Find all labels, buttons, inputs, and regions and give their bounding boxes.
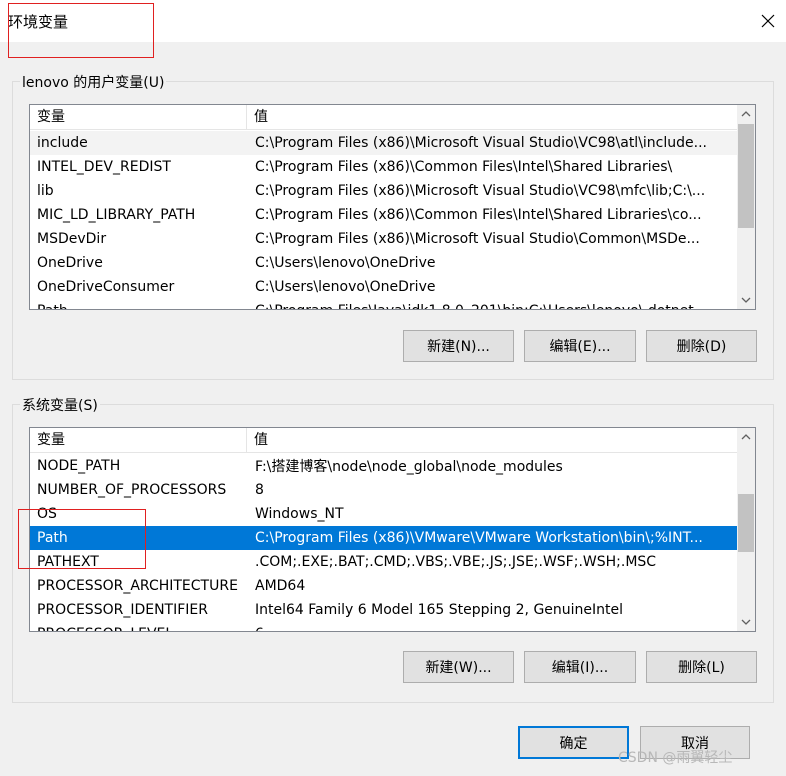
- chevron-down-icon: [741, 297, 751, 303]
- variable-value-cell: C:\Program Files (x86)\Microsoft Visual …: [255, 231, 700, 247]
- variable-name-cell: include: [37, 135, 88, 151]
- table-row[interactable]: MIC_LD_LIBRARY_PATH C:\Program Files (x86…: [30, 203, 737, 227]
- variable-name-cell: INTEL_DEV_REDIST: [37, 159, 171, 175]
- system-delete-button[interactable]: 删除(L): [646, 651, 757, 683]
- system-variables-list[interactable]: 变量 值 NODE_PATH F:\搭建博客\node\node_global\n…: [29, 427, 756, 632]
- variable-name-cell: PROCESSOR_LEVEL: [30, 626, 247, 631]
- user-new-button[interactable]: 新建(N)...: [403, 330, 514, 362]
- system-edit-button[interactable]: 编辑(I)...: [524, 651, 636, 683]
- close-icon: [761, 14, 775, 28]
- variable-value-cell: Windows_NT: [255, 506, 344, 522]
- table-row[interactable]: include C:\Program Files (x86)\Microsoft …: [30, 131, 737, 155]
- chevron-down-icon: [741, 619, 751, 625]
- variable-name-cell: NODE_PATH: [37, 458, 121, 474]
- system-variables-label: 系统变量(S): [20, 395, 100, 415]
- ok-button[interactable]: 确定: [518, 726, 629, 759]
- table-row[interactable]: INTEL_DEV_REDIST C:\Program Files (x86)\C…: [30, 155, 737, 179]
- scrollbar-thumb[interactable]: [738, 494, 754, 552]
- variable-name-cell: PROCESSOR_ARCHITECTURE: [37, 578, 238, 594]
- column-header-value[interactable]: 值: [247, 428, 268, 452]
- user-variables-list[interactable]: 变量 值 include C:\Program Files (x86)\Micro…: [29, 104, 756, 310]
- system-rows: NODE_PATH F:\搭建博客\node\node_global\node_m…: [30, 454, 737, 631]
- table-row[interactable]: PathC:\Program Files\Java\jdk1.8.0_201\b…: [30, 299, 737, 309]
- table-row[interactable]: NODE_PATH F:\搭建博客\node\node_global\node_m…: [30, 454, 737, 478]
- user-rows: include C:\Program Files (x86)\Microsoft …: [30, 131, 737, 309]
- variable-name-cell: OneDriveConsumer: [37, 279, 175, 295]
- scroll-up-button[interactable]: [737, 105, 755, 123]
- table-row[interactable]: Path C:\Program Files (x86)\VMware\VMware…: [30, 526, 737, 550]
- variable-name-cell: Path: [30, 303, 247, 309]
- scrollbar-thumb[interactable]: [738, 124, 754, 228]
- variable-name-cell: lib: [37, 183, 54, 199]
- variable-name-cell: Path: [37, 530, 68, 546]
- variable-value-cell: Intel64 Family 6 Model 165 Stepping 2, G…: [255, 602, 624, 618]
- variable-value-cell: C:\Program Files (x86)\Microsoft Visual …: [255, 135, 707, 151]
- watermark: CSDN @雨翼轻尘: [618, 750, 733, 766]
- variable-name-cell: OS: [37, 506, 57, 522]
- table-row[interactable]: OS Windows_NT: [30, 502, 737, 526]
- vertical-scrollbar[interactable]: [737, 105, 755, 309]
- variable-value-cell: C:\Users\lenovo\OneDrive: [255, 279, 436, 295]
- table-row[interactable]: OneDrive C:\Users\lenovo\OneDrive: [30, 251, 737, 275]
- list-header: 变量 值: [30, 428, 737, 453]
- variable-value-cell: C:\Users\lenovo\OneDrive: [255, 255, 436, 271]
- table-row[interactable]: lib C:\Program Files (x86)\Microsoft Visu…: [30, 179, 737, 203]
- close-button[interactable]: [751, 6, 785, 36]
- scroll-up-button[interactable]: [737, 428, 755, 446]
- variable-name-cell: OneDrive: [37, 255, 103, 271]
- variable-name-cell: MIC_LD_LIBRARY_PATH: [37, 207, 196, 223]
- scroll-down-button[interactable]: [737, 613, 755, 631]
- variable-value-cell: 6: [247, 626, 737, 631]
- scroll-down-button[interactable]: [737, 291, 755, 309]
- variable-name-cell: PATHEXT: [37, 554, 99, 570]
- variable-value-cell: C:\Program Files (x86)\Common Files\Inte…: [255, 159, 673, 175]
- list-header: 变量 值: [30, 105, 737, 130]
- variable-value-cell: AMD64: [255, 578, 306, 594]
- variable-name-cell: MSDevDir: [37, 231, 107, 247]
- variable-value-cell: .COM;.EXE;.BAT;.CMD;.VBS;.VBE;.JS;.JSE;.…: [255, 554, 657, 570]
- user-variables-label: lenovo 的用户变量(U): [20, 72, 167, 92]
- system-new-button[interactable]: 新建(W)...: [403, 651, 514, 683]
- table-row[interactable]: PATHEXT .COM;.EXE;.BAT;.CMD;.VBS;.VBE;.JS…: [30, 550, 737, 574]
- column-header-value[interactable]: 值: [247, 105, 268, 129]
- table-row[interactable]: PROCESSOR_ARCHITECTURE AMD64: [30, 574, 737, 598]
- window-title: 环境变量: [8, 13, 69, 31]
- chevron-up-icon: [741, 111, 751, 117]
- variable-value-cell: 8: [255, 482, 264, 498]
- table-row[interactable]: MSDevDir C:\Program Files (x86)\Microsoft…: [30, 227, 737, 251]
- title-bar: 环境变量: [0, 0, 786, 42]
- table-row[interactable]: OneDriveConsumer C:\Users\lenovo\OneDrive: [30, 275, 737, 299]
- variable-value-cell: C:\Program Files (x86)\VMware\VMware Wor…: [255, 530, 703, 546]
- column-header-variable[interactable]: 变量: [30, 105, 247, 129]
- variable-value-cell: C:\Program Files (x86)\Common Files\Inte…: [255, 207, 702, 223]
- variable-value-cell: C:\Program Files (x86)\Microsoft Visual …: [255, 183, 706, 199]
- variable-name-cell: NUMBER_OF_PROCESSORS: [37, 482, 227, 498]
- column-header-variable[interactable]: 变量: [30, 428, 247, 452]
- table-row[interactable]: PROCESSOR_IDENTIFIER Intel64 Family 6 Mod…: [30, 598, 737, 622]
- user-edit-button[interactable]: 编辑(E)...: [524, 330, 636, 362]
- chevron-up-icon: [741, 434, 751, 440]
- variable-name-cell: PROCESSOR_IDENTIFIER: [37, 602, 208, 618]
- variable-value-cell: F:\搭建博客\node\node_global\node_modules: [255, 459, 563, 475]
- variable-value-cell: C:\Program Files\Java\jdk1.8.0_201\bin;C…: [247, 303, 737, 309]
- table-row[interactable]: PROCESSOR_LEVEL6: [30, 622, 737, 631]
- user-delete-button[interactable]: 删除(D): [646, 330, 757, 362]
- table-row[interactable]: NUMBER_OF_PROCESSORS 8: [30, 478, 737, 502]
- vertical-scrollbar[interactable]: [737, 428, 755, 631]
